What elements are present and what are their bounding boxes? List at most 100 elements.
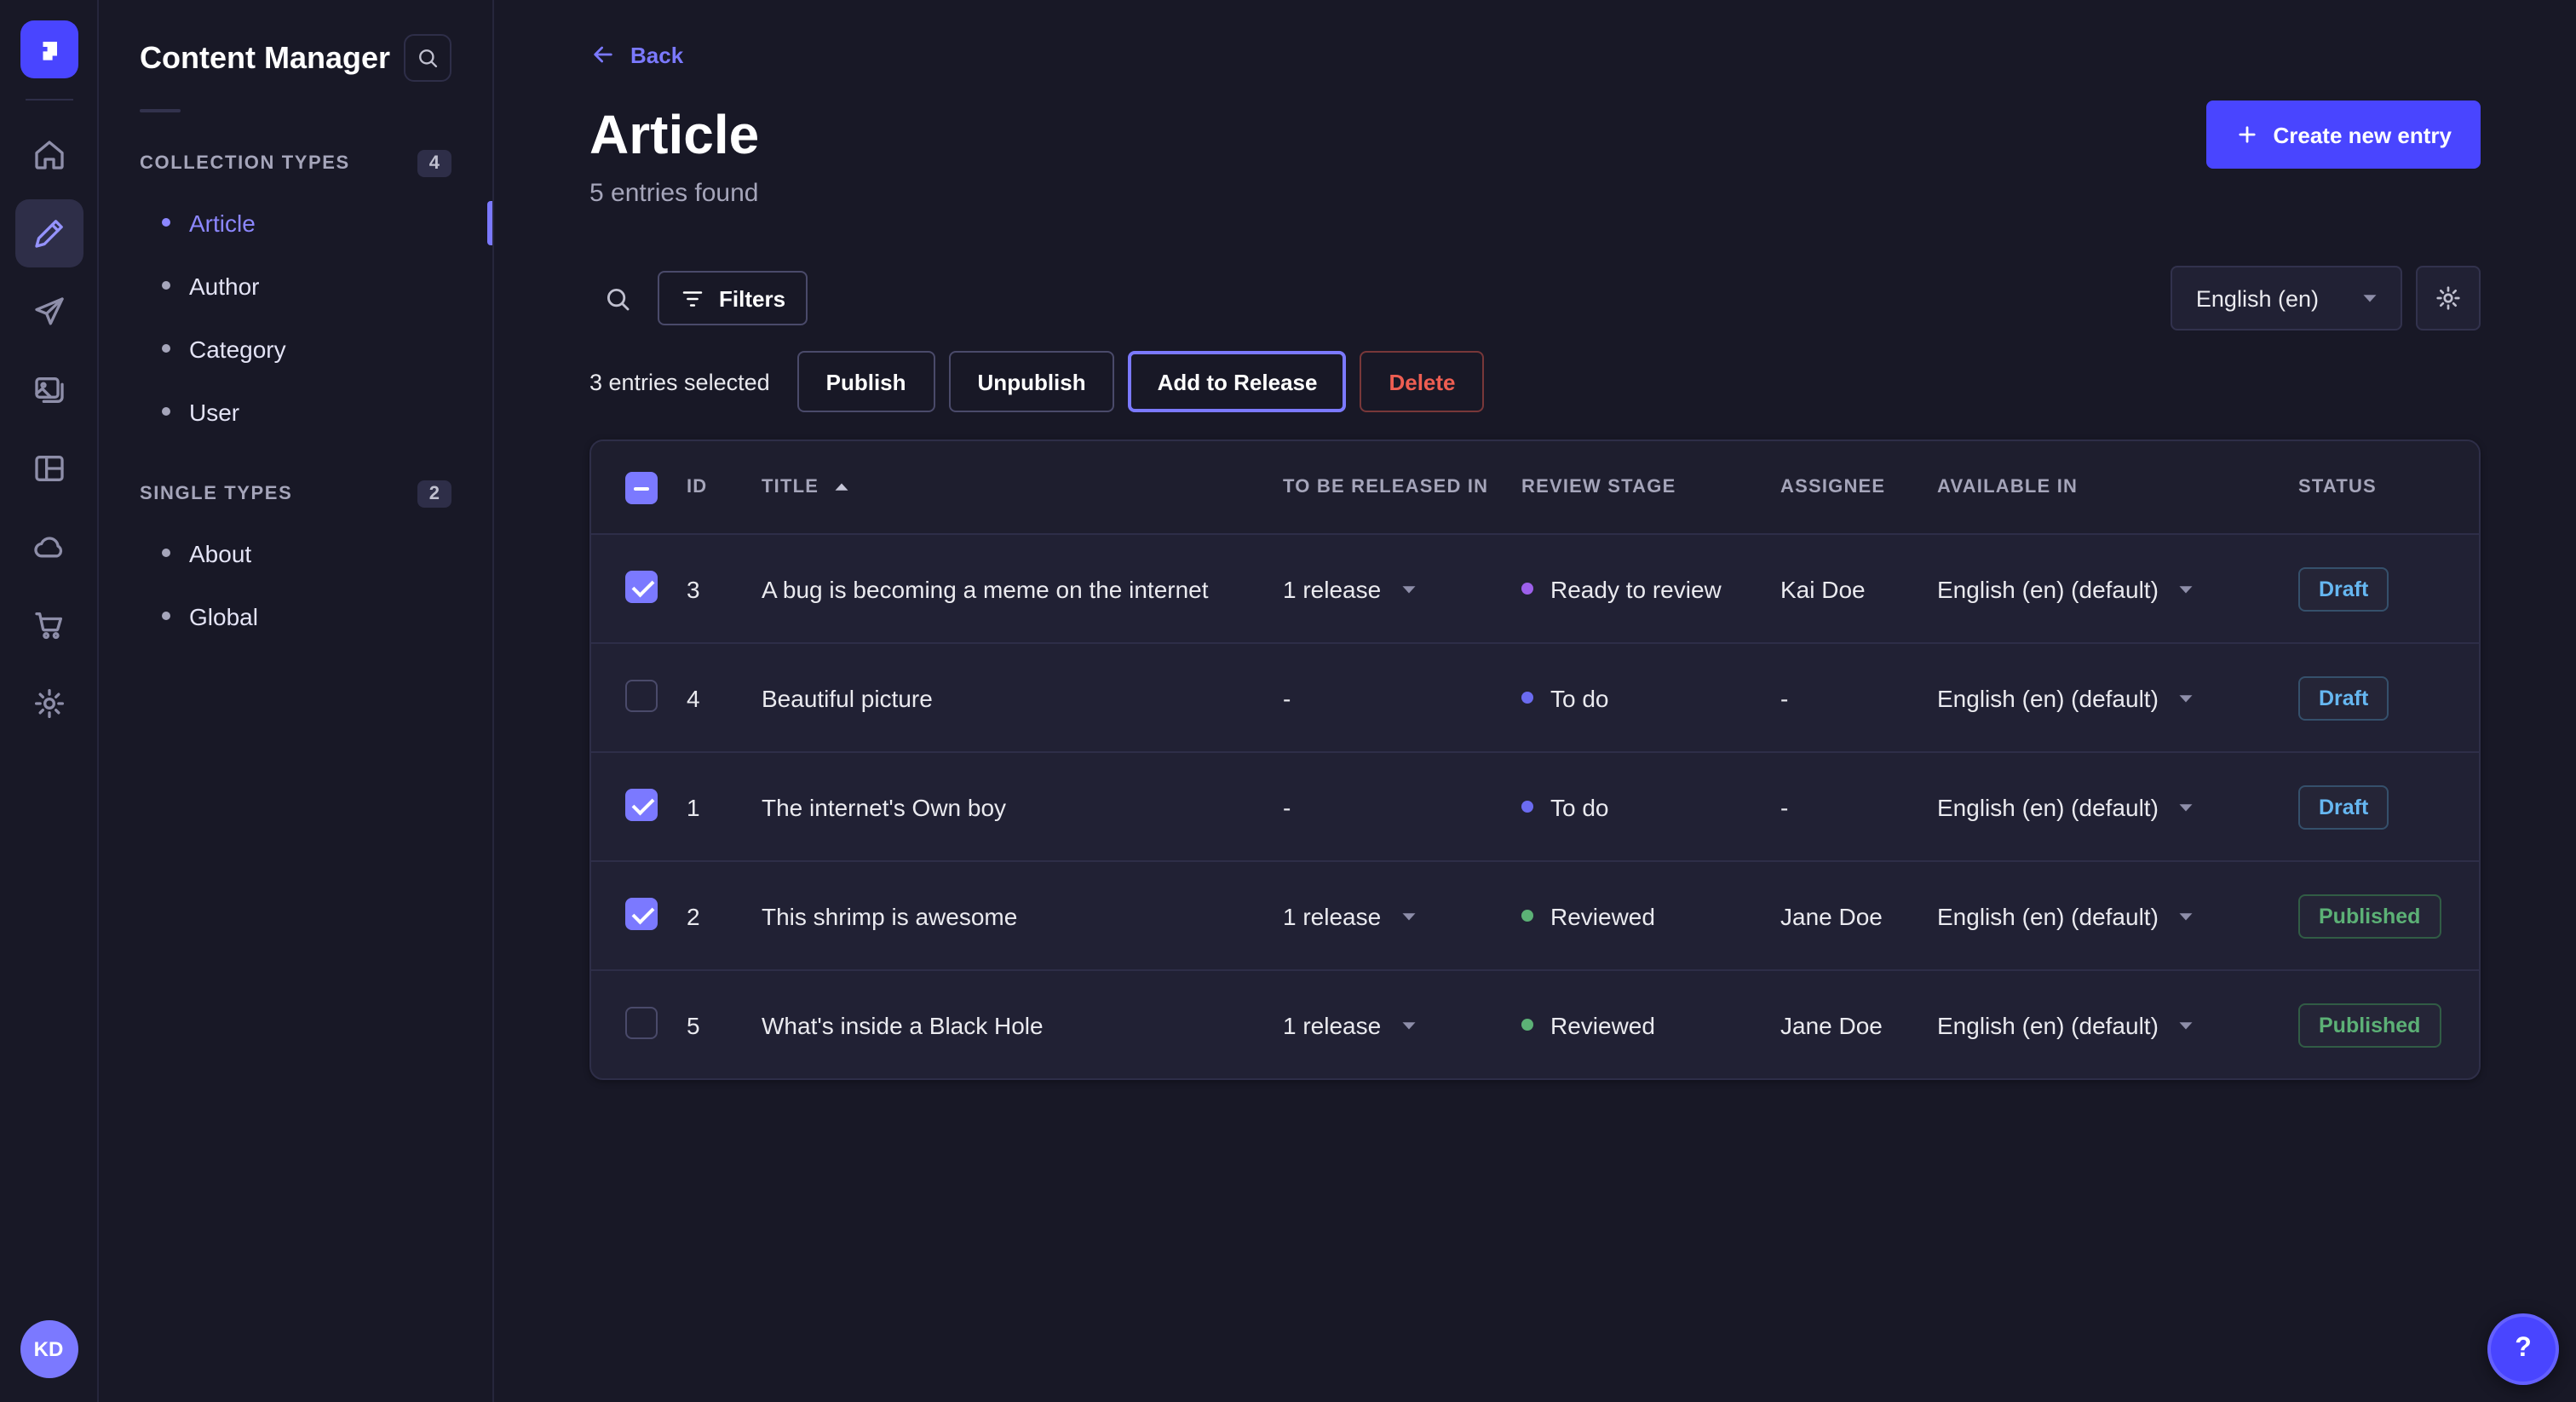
rail-item-settings[interactable] [14, 669, 83, 738]
sidebar-item-user[interactable]: User [140, 380, 451, 443]
row-release-dropdown[interactable]: 1 release [1283, 575, 1521, 602]
sidebar-item-author[interactable]: Author [140, 254, 451, 317]
rail-item-media-library[interactable] [14, 356, 83, 424]
back-label: Back [630, 42, 683, 67]
column-header-title[interactable]: TITLE [762, 477, 1283, 497]
bullet-icon [162, 344, 170, 353]
bullet-icon [162, 549, 170, 557]
table-row[interactable]: 4 Beautiful picture - To do - English (e… [591, 642, 2479, 751]
row-title: This shrimp is awesome [762, 902, 1283, 929]
column-header-to-be-released-in: TO BE RELEASED IN [1283, 477, 1521, 497]
sidebar-sections: COLLECTION TYPES 4 Article Author Catego… [140, 150, 451, 647]
page-title: Article [589, 102, 759, 167]
sidebar-item-about[interactable]: About [140, 521, 451, 584]
row-checkbox[interactable] [625, 897, 658, 929]
bullet-icon [162, 612, 170, 620]
rail-item-releases[interactable] [14, 278, 83, 346]
table-row[interactable]: 1 The internet's Own boy - To do - Engli… [591, 751, 2479, 860]
row-checkbox[interactable] [625, 679, 658, 711]
row-release-dropdown[interactable]: 1 release [1283, 1011, 1521, 1038]
chevron-down-icon [1398, 905, 1418, 926]
row-locale-dropdown[interactable]: English (en) (default) [1937, 793, 2298, 820]
sidebar-section: COLLECTION TYPES 4 Article Author Catego… [140, 150, 451, 443]
nav-rail: KD [0, 0, 99, 1402]
row-release-dropdown[interactable]: - [1283, 793, 1521, 820]
strapi-logo[interactable] [20, 20, 78, 78]
back-link[interactable]: Back [589, 41, 683, 68]
locale-value: English (en) [2196, 285, 2319, 311]
column-header-available-in: AVAILABLE IN [1937, 477, 2298, 497]
table-row[interactable]: 3 A bug is becoming a meme on the intern… [591, 533, 2479, 642]
sidebar-item-category[interactable]: Category [140, 317, 451, 380]
rail-item-home[interactable] [14, 121, 83, 189]
chevron-down-icon [2176, 687, 2196, 708]
selection-bar: 3 entries selected Publish Unpublish Add… [589, 351, 2481, 412]
status-badge: Draft [2298, 566, 2389, 611]
select-all-checkbox[interactable] [625, 471, 658, 503]
status-badge: Published [2298, 893, 2441, 938]
filters-label: Filters [719, 285, 785, 311]
delete-button[interactable]: Delete [1360, 351, 1484, 412]
table-row[interactable]: 2 This shrimp is awesome 1 release Revie… [591, 860, 2479, 969]
rail-item-marketplace[interactable] [14, 591, 83, 659]
gear-icon [2435, 284, 2462, 312]
row-locale-dropdown[interactable]: English (en) (default) [1937, 1011, 2298, 1038]
release-value: - [1283, 684, 1291, 711]
row-checkbox[interactable] [625, 570, 658, 602]
sort-ascending-icon[interactable] [831, 477, 851, 497]
row-locale-dropdown[interactable]: English (en) (default) [1937, 575, 2298, 602]
row-locale-dropdown[interactable]: English (en) (default) [1937, 902, 2298, 929]
bullet-icon [162, 218, 170, 227]
locale-select[interactable]: English (en) [2171, 266, 2402, 330]
row-checkbox[interactable] [625, 1006, 658, 1038]
rail-divider [25, 99, 72, 101]
unpublish-button[interactable]: Unpublish [949, 351, 1115, 412]
release-value: 1 release [1283, 575, 1381, 602]
row-review-stage: Ready to review [1521, 575, 1780, 602]
table-row[interactable]: 5 What's inside a Black Hole 1 release R… [591, 969, 2479, 1078]
review-stage-label: Reviewed [1550, 1011, 1655, 1038]
row-release-dropdown[interactable]: - [1283, 684, 1521, 711]
row-assignee: Jane Doe [1780, 1011, 1937, 1038]
row-review-stage: Reviewed [1521, 902, 1780, 929]
rail-item-content-manager[interactable] [14, 199, 83, 267]
filters-button[interactable]: Filters [658, 271, 808, 325]
avatar-initials: KD [34, 1337, 64, 1361]
search-button[interactable] [589, 271, 644, 325]
home-icon [32, 138, 66, 172]
add-to-release-button[interactable]: Add to Release [1129, 351, 1347, 412]
available-in-value: English (en) (default) [1937, 902, 2159, 929]
publish-button[interactable]: Publish [797, 351, 935, 412]
review-stage-dot [1521, 801, 1533, 813]
avatar[interactable]: KD [20, 1320, 78, 1378]
row-locale-dropdown[interactable]: English (en) (default) [1937, 684, 2298, 711]
sidebar-item-article[interactable]: Article [140, 191, 451, 254]
search-icon [602, 284, 631, 313]
question-mark-icon: ? [2515, 1334, 2532, 1365]
column-header-id[interactable]: ID [687, 477, 762, 497]
arrow-left-icon [589, 41, 617, 68]
row-checkbox[interactable] [625, 788, 658, 820]
entries-table: ID TITLE TO BE RELEASED IN REVIEW STAGE … [589, 440, 2481, 1080]
available-in-value: English (en) (default) [1937, 793, 2159, 820]
entries-count: 5 entries found [589, 179, 2481, 208]
rail-item-content-type-builder[interactable] [14, 434, 83, 503]
row-id: 3 [687, 575, 762, 602]
help-button[interactable]: ? [2487, 1313, 2559, 1385]
create-new-entry-button[interactable]: Create new entry [2206, 101, 2481, 169]
rail-item-cloud[interactable] [14, 513, 83, 581]
column-header-status: STATUS [2298, 477, 2452, 497]
row-release-dropdown[interactable]: 1 release [1283, 902, 1521, 929]
review-stage-dot [1521, 583, 1533, 595]
chevron-down-icon [2176, 905, 2196, 926]
review-stage-label: To do [1550, 793, 1609, 820]
review-stage-label: To do [1550, 684, 1609, 711]
release-value: - [1283, 793, 1291, 820]
review-stage-label: Ready to review [1550, 575, 1722, 602]
sidebar-item-list: Article Author Category User [140, 191, 451, 443]
view-settings-button[interactable] [2416, 266, 2481, 330]
sidebar-search-button[interactable] [404, 34, 451, 82]
section-count-badge: 4 [417, 150, 451, 177]
section-count-badge: 2 [417, 480, 451, 508]
sidebar-item-global[interactable]: Global [140, 584, 451, 647]
